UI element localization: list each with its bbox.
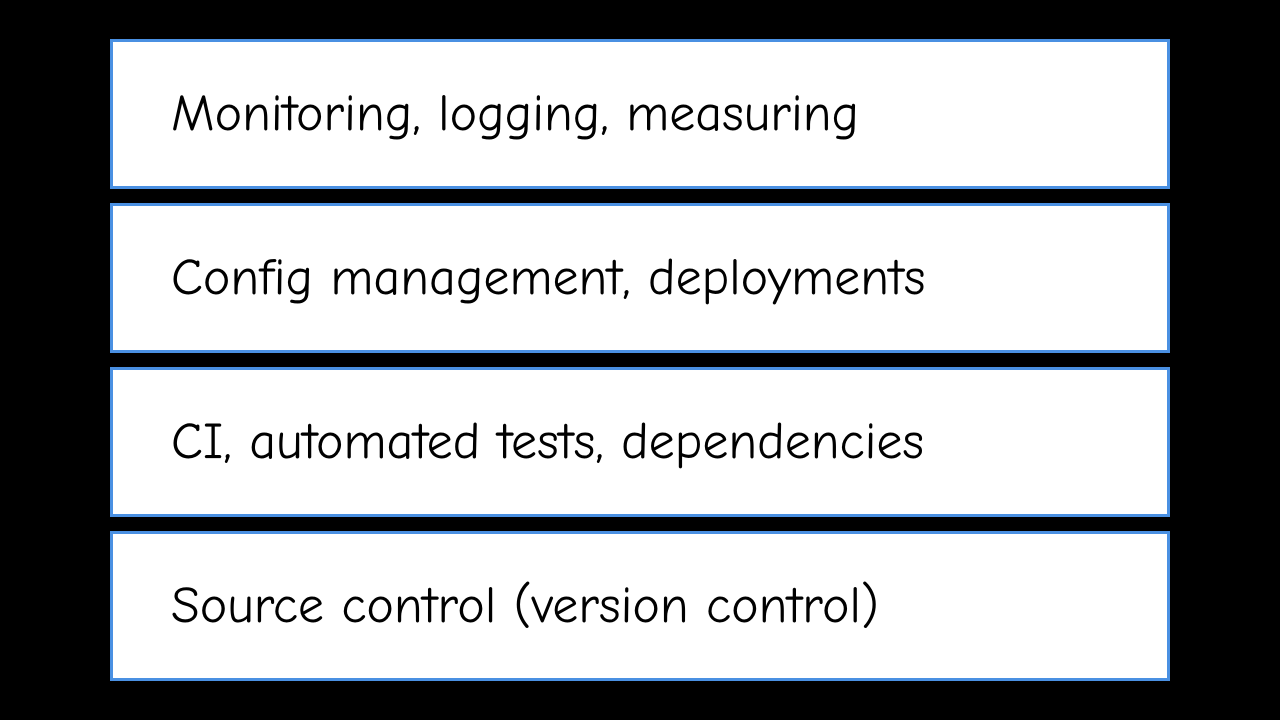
- layer-label: Monitoring, logging, measuring: [171, 85, 859, 142]
- layer-label: CI, automated tests, dependencies: [171, 413, 924, 470]
- layer-box-source-control: Source control (version control): [110, 531, 1170, 681]
- layer-box-config: Config management, deployments: [110, 203, 1170, 353]
- layer-box-monitoring: Monitoring, logging, measuring: [110, 39, 1170, 189]
- layer-label: Config management, deployments: [171, 249, 925, 306]
- layer-label: Source control (version control): [171, 577, 879, 634]
- layer-box-ci: CI, automated tests, dependencies: [110, 367, 1170, 517]
